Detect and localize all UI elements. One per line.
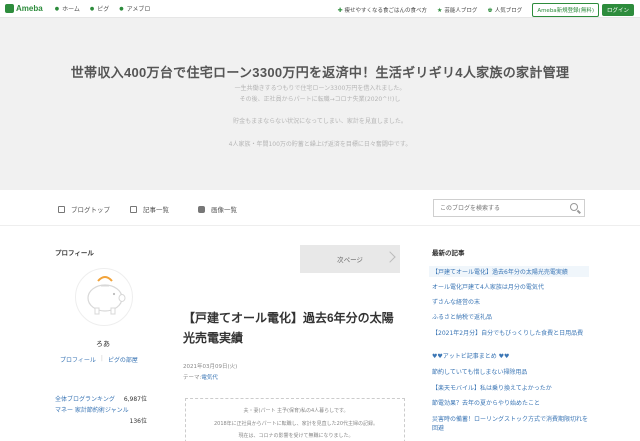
theme-link[interactable]: 電気代 <box>201 375 218 381</box>
top-bar: Ameba ● ホーム ● ピグ ● アメブロ ✚ 痩せやすくなる食ごはんの食べ方 ★ 芸… <box>0 0 640 18</box>
subnav-blog-top-label: ブログトップ <box>71 206 110 214</box>
recent-post-link[interactable]: 節約していても惜しまない掃除用品 <box>432 367 592 376</box>
subnav-image-list-label: 画像一覧 <box>211 206 237 214</box>
pigg-room-link[interactable]: ピグの部屋 <box>108 355 138 364</box>
bullet-icon: ● <box>54 5 60 12</box>
register-button[interactable]: Ameba新規登録(無料) <box>532 3 599 17</box>
overall-ranking-link[interactable]: 全体ブログランキング <box>55 394 115 403</box>
blog-description-line: 貯金もままならない状況になってしまい、家計を見直しました。 <box>233 118 407 125</box>
subnav-article-list-label: 記事一覧 <box>143 206 169 214</box>
promo-celebrity-label: 芸能人ブログ <box>444 8 478 14</box>
promo-celebrity[interactable]: ★ 芸能人ブログ <box>437 6 478 15</box>
overall-ranking-value: 6,987位 <box>123 396 147 403</box>
leaf-icon: ✚ <box>337 6 343 14</box>
subnav-image-list[interactable]: 画像一覧 <box>198 204 237 214</box>
avatar[interactable] <box>75 268 133 326</box>
subnav-article-list[interactable]: 記事一覧 <box>130 204 169 214</box>
recent-post-link[interactable]: 【2021年2月分】自分でもびっくりした食費と日用品費 <box>432 328 592 337</box>
article-theme: テーマ:電気代 <box>183 373 218 381</box>
login-button[interactable]: ログイン <box>601 4 634 16</box>
list-icon <box>130 205 137 213</box>
intro-line: 夫・妻(パート 主予(保育)私の4人暮らしです。 <box>243 408 349 414</box>
logo-text: Ameba <box>16 4 43 13</box>
search-icon[interactable] <box>570 203 578 211</box>
nav-home[interactable]: ● ホーム <box>54 4 80 14</box>
chevron-right-icon <box>384 251 396 263</box>
divider: | <box>100 355 103 362</box>
recent-post-link[interactable]: オール電化戸建て4人家族は月分の電気代 <box>432 282 592 291</box>
theme-prefix: テーマ: <box>183 375 202 381</box>
intro-line: 2018年に正社員からパートに転職し、家計を見直した20代主婦の記録。 <box>213 421 379 427</box>
crown-icon: ♚ <box>487 6 493 14</box>
star-icon: ★ <box>437 6 443 14</box>
profile-heading: プロフィール <box>55 249 94 257</box>
blog-search-input[interactable] <box>434 200 564 216</box>
article-title[interactable]: 【戸建てオール電化】過去6年分の太陽光売電実績 <box>183 308 405 348</box>
nav-ameblo[interactable]: ● アメブロ <box>119 4 151 14</box>
recent-post-link[interactable]: 【楽天モバイル】私は乗り換えてよかったか <box>432 383 592 392</box>
nav-pigg-label: ピグ <box>97 6 110 13</box>
recent-post-link[interactable]: ♥♥アットビ記事まとめ ♥♥ <box>432 351 592 360</box>
profile-link[interactable]: プロフィール <box>60 355 96 364</box>
promo-popular-label: 人気ブログ <box>494 8 523 14</box>
top-nav: ● ホーム ● ピグ ● アメブロ <box>54 4 161 14</box>
genre-ranking-value: 136位 <box>129 418 147 425</box>
blog-description-line: 一生共働きするつもりで住宅ローン3300万円を借入れました。 <box>234 85 406 92</box>
article-date: 2021年03月09日(火) <box>183 364 238 370</box>
recent-posts-heading: 最新の記事 <box>432 249 465 257</box>
profile-name: ろあ <box>96 340 110 348</box>
recent-post-link[interactable]: ずさんな経営の末 <box>432 297 592 306</box>
promo-diet[interactable]: ✚ 痩せやすくなる食ごはんの食べ方 <box>337 6 427 15</box>
promo-popular[interactable]: ♚ 人気ブログ <box>487 6 523 15</box>
intro-line: 現在は、コロナの影響を受けて無職になりました。 <box>238 433 354 439</box>
blog-title[interactable]: 世帯収入400万台で住宅ローン3300万円を返済中！生活ギリギリ4人家族の家計管… <box>0 62 640 81</box>
camera-icon <box>198 205 205 213</box>
nav-pigg[interactable]: ● ピグ <box>89 4 110 14</box>
ameba-logo-icon <box>5 4 14 13</box>
nav-ameblo-label: アメブロ <box>126 6 151 13</box>
article-intro-box: 夫・妻(パート 主予(保育)私の4人暮らしです。 2018年に正社員からパートに… <box>185 398 405 441</box>
blog-description-line: その後、正社員からパートに転職→コロナ失業(2020^!!)し <box>239 96 401 103</box>
genre-ranking-link[interactable]: マネー 家計節約術ジャンル <box>55 405 129 414</box>
recent-post-link[interactable]: 災害時の備蓄！ローリングストック方式で消費期限切れを回避 <box>432 414 592 432</box>
blog-header: 世帯収入400万台で住宅ローン3300万円を返済中！生活ギリギリ4人家族の家計管… <box>0 18 640 190</box>
next-page-button[interactable]: 次ページ <box>300 245 400 273</box>
nav-home-label: ホーム <box>62 6 80 13</box>
page-icon <box>58 205 65 213</box>
recent-post-link[interactable]: ふるさと納税で返礼品 <box>432 312 592 321</box>
recent-post-link[interactable]: 【戸建てオール電化】過去6年分の太陽光売電実績 <box>429 266 589 277</box>
piggy-bank-icon <box>87 276 126 315</box>
subnav-blog-top[interactable]: ブログトップ <box>58 204 110 214</box>
blog-search <box>433 199 585 217</box>
ameba-logo[interactable]: Ameba <box>5 4 43 13</box>
next-page-label: 次ページ <box>337 256 363 264</box>
recent-post-link[interactable]: 節電効果？去年の夏からやり始めたこと <box>432 398 592 407</box>
bullet-icon: ● <box>119 5 124 12</box>
bullet-icon: ● <box>89 5 95 12</box>
promo-diet-label: 痩せやすくなる食ごはんの食べ方 <box>344 8 427 14</box>
blog-description-line: 4人家族・年間100万の貯蓄と繰上げ返済を目標に日々奮闘中です。 <box>228 141 412 148</box>
profile-links: プロフィール | ピグの部屋 <box>60 355 138 364</box>
top-right: ✚ 痩せやすくなる食ごはんの食べ方 ★ 芸能人ブログ ♚ 人気ブログ Ameba新規登… <box>337 3 634 17</box>
